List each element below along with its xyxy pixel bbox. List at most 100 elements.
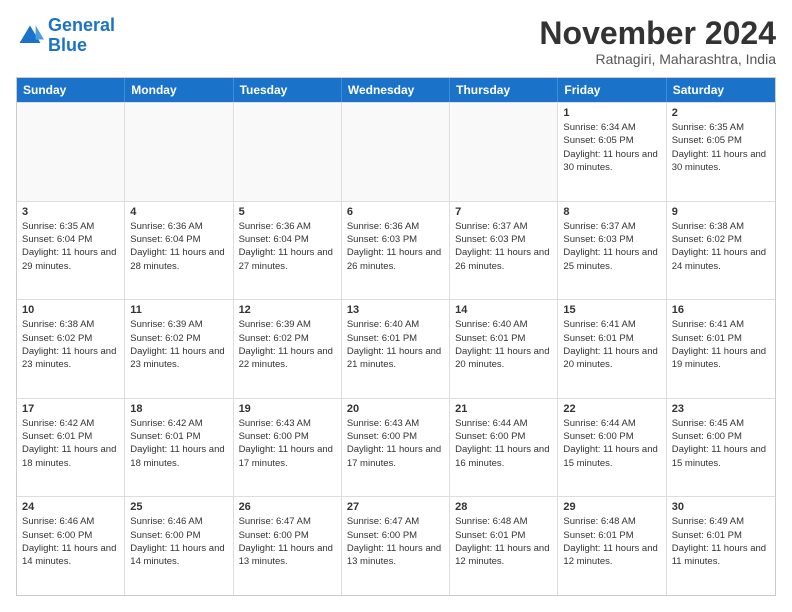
cell-info-9: Sunrise: 6:38 AMSunset: 6:02 PMDaylight:… [672,220,770,273]
sunset-12: Sunset: 6:02 PM [239,333,309,344]
location: Ratnagiri, Maharashtra, India [539,51,776,67]
day-number-23: 23 [672,403,770,415]
day-cell-27: 27Sunrise: 6:47 AMSunset: 6:00 PMDayligh… [342,497,450,595]
sunset-19: Sunset: 6:00 PM [239,431,309,442]
daylight-13: Daylight: 11 hours and 21 minutes. [347,346,441,370]
day-cell-7: 7 Sunrise: 6:37 AMSunset: 6:03 PMDaylight… [450,202,558,300]
cell-info-4: Sunrise: 6:36 AMSunset: 6:04 PMDaylight:… [130,220,227,273]
sunrise-16: Sunrise: 6:41 AM [672,319,744,330]
sunrise-19: Sunrise: 6:43 AM [239,418,311,429]
day-cell-30: 30Sunrise: 6:49 AMSunset: 6:01 PMDayligh… [667,497,775,595]
sunrise-23: Sunrise: 6:45 AM [672,418,744,429]
sunrise-13: Sunrise: 6:40 AM [347,319,419,330]
cell-info-25: Sunrise: 6:46 AM Sunset: 6:00 PM Daylight:… [130,515,227,568]
sunrise-18: Sunrise: 6:42 AM [130,418,202,429]
sunset-23: Sunset: 6:00 PM [672,431,742,442]
sunrise-20: Sunrise: 6:43 AM [347,418,419,429]
daylight-26: Daylight: 11 hours and 13 minutes. [239,543,333,567]
day-cell-21: 21Sunrise: 6:44 AMSunset: 6:00 PMDayligh… [450,399,558,497]
day-number-16: 16 [672,304,770,316]
daylight-10: Daylight: 11 hours and 23 minutes. [22,346,116,370]
sunrise-24: Sunrise: 6:46 AM [22,516,94,527]
day-number-15: 15 [563,304,660,316]
sunrise-30: Sunrise: 6:49 AM [672,516,744,527]
day-cell-16: 16Sunrise: 6:41 AMSunset: 6:01 PMDayligh… [667,300,775,398]
day-number-30: 30 [672,501,770,513]
cell-info-8: Sunrise: 6:37 AMSunset: 6:03 PMDaylight:… [563,220,660,273]
day-cell-19: 19Sunrise: 6:43 AMSunset: 6:00 PMDayligh… [234,399,342,497]
daylight-12: Daylight: 11 hours and 22 minutes. [239,346,333,370]
day-number-13: 13 [347,304,444,316]
sunset-22: Sunset: 6:00 PM [563,431,633,442]
sunset-21: Sunset: 6:00 PM [455,431,525,442]
cell-info-26: Sunrise: 6:47 AMSunset: 6:00 PMDaylight:… [239,515,336,568]
sunset-11: Sunset: 6:02 PM [130,333,200,344]
cell-info-29: Sunrise: 6:48 AMSunset: 6:01 PMDaylight:… [563,515,660,568]
sunset-16: Sunset: 6:01 PM [672,333,742,344]
sunrise-28: Sunrise: 6:48 AM [455,516,527,527]
cell-info-22: Sunrise: 6:44 AMSunset: 6:00 PMDaylight:… [563,417,660,470]
calendar-week-3: 10Sunrise: 6:38 AMSunset: 6:02 PMDayligh… [17,299,775,398]
sunset-27: Sunset: 6:00 PM [347,530,417,541]
empty-cell [342,103,450,201]
cell-info-7: Sunrise: 6:37 AMSunset: 6:03 PMDaylight:… [455,220,552,273]
empty-cell [234,103,342,201]
calendar-week-2: 3Sunrise: 6:35 AMSunset: 6:04 PMDaylight… [17,201,775,300]
day-number-22: 22 [563,403,660,415]
daylight-7: Daylight: 11 hours and 26 minutes. [455,247,549,271]
cell-info-11: Sunrise: 6:39 AMSunset: 6:02 PMDaylight:… [130,318,227,371]
sunrise-1: Sunrise: 6:34 AM [563,122,635,133]
day-cell-26: 26 Sunrise: 6:47 AMSunset: 6:00 PMDayligh… [234,497,342,595]
daylight-18: Daylight: 11 hours and 18 minutes. [130,444,224,468]
sunrise-8: Sunrise: 6:37 AM [563,221,635,232]
daylight-29: Daylight: 11 hours and 12 minutes. [563,543,657,567]
sunset-20: Sunset: 6:00 PM [347,431,417,442]
day-number-7: 7 [455,206,552,218]
cell-info-14: Sunrise: 6:40 AMSunset: 6:01 PMDaylight:… [455,318,552,371]
day-number-14: 14 [455,304,552,316]
sunset-24: Sunset: 6:00 PM [22,530,92,541]
cell-info-13: Sunrise: 6:40 AM Sunset: 6:01 PM Daylight:… [347,318,444,371]
day-number-26: 26 [239,501,336,513]
sunset-3: Sunset: 6:04 PM [22,234,92,245]
cell-info-12: Sunrise: 6:39 AMSunset: 6:02 PMDaylight:… [239,318,336,371]
day-number-11: 11 [130,304,227,316]
cell-info-23: Sunrise: 6:45 AM Sunset: 6:00 PM Daylight:… [672,417,770,470]
day-number-18: 18 [130,403,227,415]
sunset-28: Sunset: 6:01 PM [455,530,525,541]
daylight-23: Daylight: 11 hours and 15 minutes. [672,444,766,468]
sunrise-15: Sunrise: 6:41 AM [563,319,635,330]
day-cell-5: 5Sunrise: 6:36 AMSunset: 6:04 PMDaylight… [234,202,342,300]
cell-info-1: Sunrise: 6:34 AMSunset: 6:05 PMDaylight:… [563,121,660,174]
sunset-25: Sunset: 6:00 PM [130,530,200,541]
day-cell-15: 15Sunrise: 6:41 AMSunset: 6:01 PMDayligh… [558,300,666,398]
daylight-5: Daylight: 11 hours and 27 minutes. [239,247,333,271]
sunset-17: Sunset: 6:01 PM [22,431,92,442]
day-number-25: 25 [130,501,227,513]
sunset-4: Sunset: 6:04 PM [130,234,200,245]
daylight-11: Daylight: 11 hours and 23 minutes. [130,346,224,370]
day-cell-22: 22 Sunrise: 6:44 AMSunset: 6:00 PMDayligh… [558,399,666,497]
day-number-4: 4 [130,206,227,218]
daylight-25: Daylight: 11 hours and 14 minutes. [130,543,224,567]
calendar-week-1: 1Sunrise: 6:34 AMSunset: 6:05 PMDaylight… [17,102,775,201]
sunset-8: Sunset: 6:03 PM [563,234,633,245]
cell-info-27: Sunrise: 6:47 AMSunset: 6:00 PMDaylight:… [347,515,444,568]
header-saturday: Saturday [667,78,775,102]
cell-info-20: Sunrise: 6:43 AMSunset: 6:00 PMDaylight:… [347,417,444,470]
day-number-20: 20 [347,403,444,415]
sunrise-25: Sunrise: 6:46 AM [130,516,202,527]
day-cell-11: 11 Sunrise: 6:39 AMSunset: 6:02 PMDayligh… [125,300,233,398]
cell-info-5: Sunrise: 6:36 AMSunset: 6:04 PMDaylight:… [239,220,336,273]
daylight-19: Daylight: 11 hours and 17 minutes. [239,444,333,468]
day-cell-29: 29Sunrise: 6:48 AMSunset: 6:01 PMDayligh… [558,497,666,595]
day-cell-14: 14 Sunrise: 6:40 AMSunset: 6:01 PMDayligh… [450,300,558,398]
cell-info-21: Sunrise: 6:44 AMSunset: 6:00 PMDaylight:… [455,417,552,470]
sunset-10: Sunset: 6:02 PM [22,333,92,344]
sunset-13: Sunset: 6:01 PM [347,333,417,344]
sunset-29: Sunset: 6:01 PM [563,530,633,541]
title-block: November 2024 Ratnagiri, Maharashtra, In… [539,16,776,67]
day-number-24: 24 [22,501,119,513]
header-sunday: Sunday [17,78,125,102]
daylight-14: Daylight: 11 hours and 20 minutes. [455,346,549,370]
